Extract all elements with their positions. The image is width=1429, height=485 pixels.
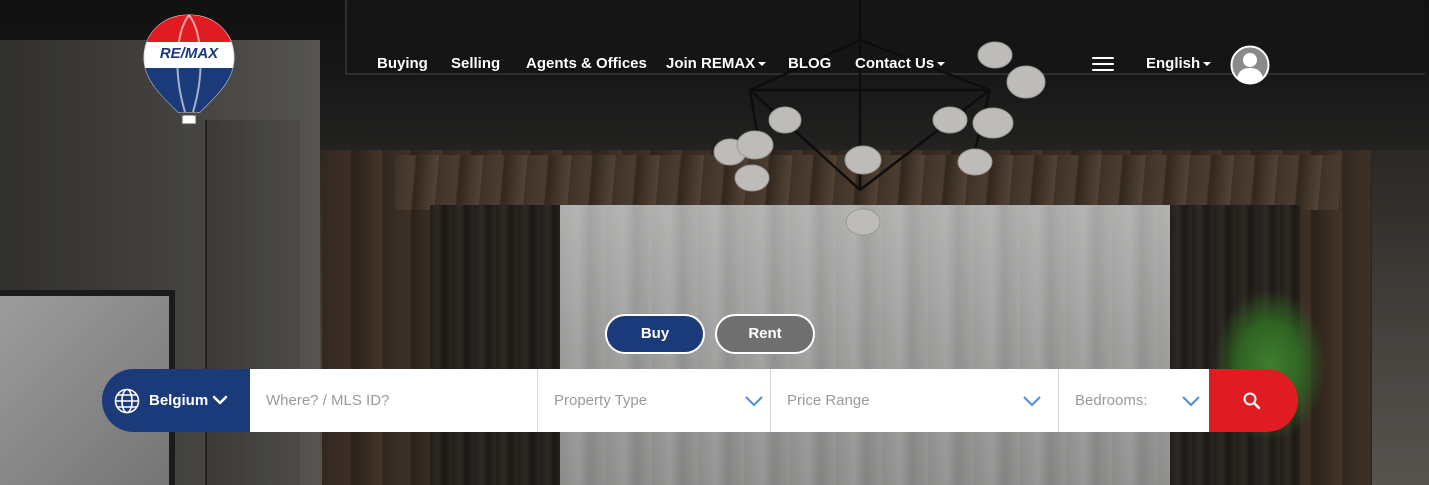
country-selector[interactable]: Belgium (102, 369, 250, 432)
price-range-select[interactable]: Price Range (771, 369, 1059, 432)
nav-blog[interactable]: BLOG (788, 52, 831, 76)
nav-contact-label: Contact Us (855, 55, 935, 72)
nav-join-label: Join REMAX (666, 55, 756, 72)
chevron-down-icon (1023, 396, 1041, 407)
property-search-bar: Belgium Property Type Price Range Bedroo… (102, 369, 1298, 432)
location-search-input[interactable] (250, 369, 537, 432)
nav-agents-label: Agents & Offices (526, 55, 647, 72)
buy-toggle-button[interactable]: Buy (605, 314, 705, 354)
property-type-select[interactable]: Property Type (538, 369, 771, 432)
language-selector[interactable]: English (1146, 52, 1212, 76)
property-type-label: Property Type (554, 392, 648, 409)
country-label: Belgium (149, 392, 209, 409)
nav-selling-label: Selling (451, 55, 501, 72)
bedrooms-select[interactable]: Bedrooms: (1059, 369, 1209, 432)
language-label: English (1146, 55, 1201, 72)
search-icon (1243, 392, 1261, 410)
nav-join-remax[interactable]: Join REMAX (666, 52, 767, 76)
nav-buying[interactable]: Buying (377, 52, 428, 76)
caret-down-icon (937, 62, 946, 67)
price-range-label: Price Range (787, 392, 870, 409)
search-submit-button[interactable] (1209, 369, 1298, 432)
bedrooms-label: Bedrooms: (1075, 392, 1148, 409)
nav-agents-offices[interactable]: Agents & Offices (526, 52, 647, 76)
chevron-down-icon (212, 395, 228, 405)
chevron-down-icon (1182, 396, 1200, 407)
nav-blog-label: BLOG (788, 55, 832, 72)
hamburger-icon[interactable] (1092, 57, 1114, 72)
main-nav: Buying Selling Agents & Offices Join REM… (0, 52, 1429, 76)
chevron-down-icon (745, 396, 763, 407)
caret-down-icon (1203, 62, 1212, 67)
nav-contact-us[interactable]: Contact Us (855, 52, 946, 76)
nav-selling[interactable]: Selling (451, 52, 500, 76)
user-avatar-icon[interactable] (1230, 45, 1270, 85)
globe-icon (114, 388, 140, 414)
nav-buying-label: Buying (377, 55, 428, 72)
location-search-field[interactable] (250, 369, 538, 432)
rent-toggle-button[interactable]: Rent (715, 314, 815, 354)
caret-down-icon (758, 62, 767, 67)
